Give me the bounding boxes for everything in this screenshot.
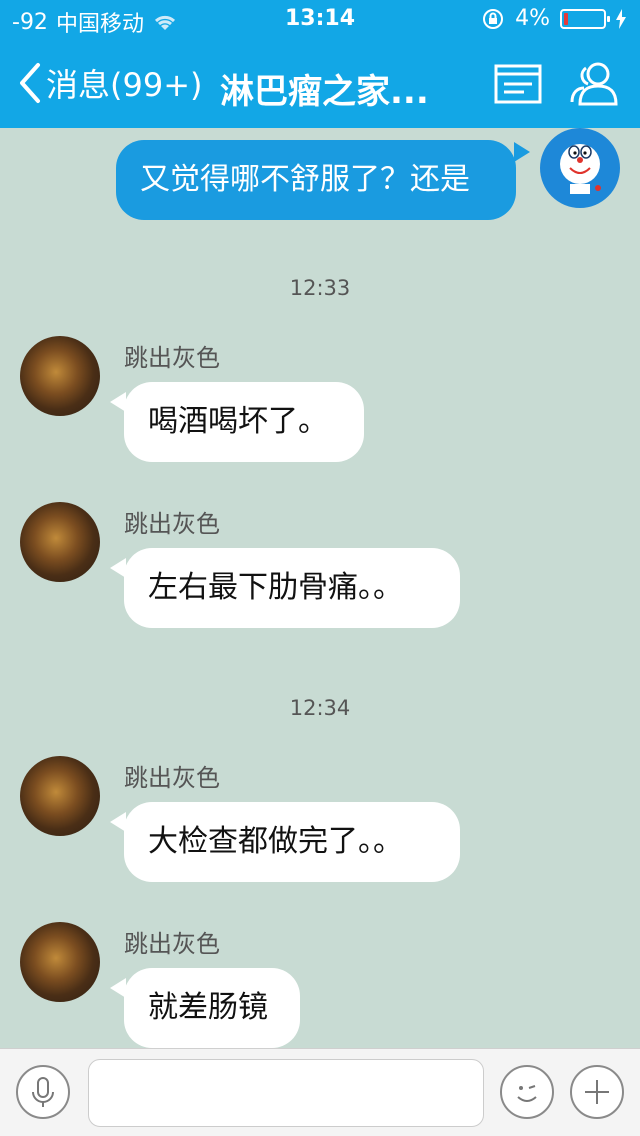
chevron-left-icon [20, 63, 40, 103]
doraemon-avatar-icon [560, 144, 601, 194]
sender-avatar[interactable] [20, 502, 100, 582]
status-bar: -92 中国移动 13:14 4% [0, 0, 640, 40]
navigation-bar: 消息(99+) 淋巴瘤之家... [0, 40, 640, 128]
message-text: 又觉得哪不舒服了？还是 [140, 162, 470, 197]
chat-area[interactable]: 又觉得哪不舒服了？还是 12:33 跳出灰色 喝酒喝坏了。 跳出灰色 左右最下肋… [0, 128, 640, 1048]
chat-title: 淋巴瘤之家... [220, 72, 429, 112]
smiley-icon [517, 1085, 537, 1102]
message-bubble-incoming[interactable]: 左右最下肋骨痛。。 [124, 548, 460, 628]
sender-avatar[interactable] [20, 922, 100, 1002]
bubble-tail [514, 142, 530, 162]
emoji-button[interactable] [500, 1065, 554, 1119]
message-bubble-incoming[interactable]: 就差肠镜 [124, 968, 300, 1048]
message-input[interactable] [88, 1059, 484, 1127]
header: -92 中国移动 13:14 4% 消息(99+) 淋巴瘤之家... [0, 0, 640, 128]
more-button[interactable] [570, 1065, 624, 1119]
battery-icon [560, 8, 610, 29]
timestamp: 12:33 [289, 276, 351, 300]
rotation-lock-icon [483, 8, 504, 29]
back-label: 消息(99+) [46, 66, 203, 104]
message-bubble-incoming[interactable]: 大检查都做完了。。 [124, 802, 460, 882]
message-text: 左右最下肋骨痛。。 [148, 570, 403, 605]
sender-avatar[interactable] [20, 336, 100, 416]
sender-name: 跳出灰色 [124, 344, 220, 372]
charging-icon [616, 8, 626, 29]
battery-percentage: 4% [515, 6, 550, 31]
group-info-button[interactable] [492, 60, 546, 108]
voice-button[interactable] [16, 1065, 70, 1119]
sender-avatar[interactable] [20, 756, 100, 836]
document-list-icon [494, 64, 542, 104]
plus-icon [585, 1080, 609, 1104]
microphone-icon [32, 1077, 54, 1107]
message-bubble-incoming[interactable]: 喝酒喝坏了。 [124, 382, 364, 462]
sender-name: 跳出灰色 [124, 764, 220, 792]
back-button[interactable]: 消息(99+) [16, 60, 203, 106]
timestamp: 12:34 [289, 696, 351, 720]
message-text: 大检查都做完了。。 [148, 824, 403, 859]
group-members-button[interactable] [568, 60, 622, 108]
message-text: 就差肠镜 [148, 990, 268, 1025]
message-bubble-outgoing[interactable]: 又觉得哪不舒服了？还是 [116, 140, 516, 220]
input-bar [0, 1048, 640, 1136]
sender-name: 跳出灰色 [124, 510, 220, 538]
people-icon [570, 62, 618, 106]
message-text: 喝酒喝坏了。 [148, 404, 328, 439]
my-avatar[interactable] [540, 128, 620, 208]
sender-name: 跳出灰色 [124, 930, 220, 958]
